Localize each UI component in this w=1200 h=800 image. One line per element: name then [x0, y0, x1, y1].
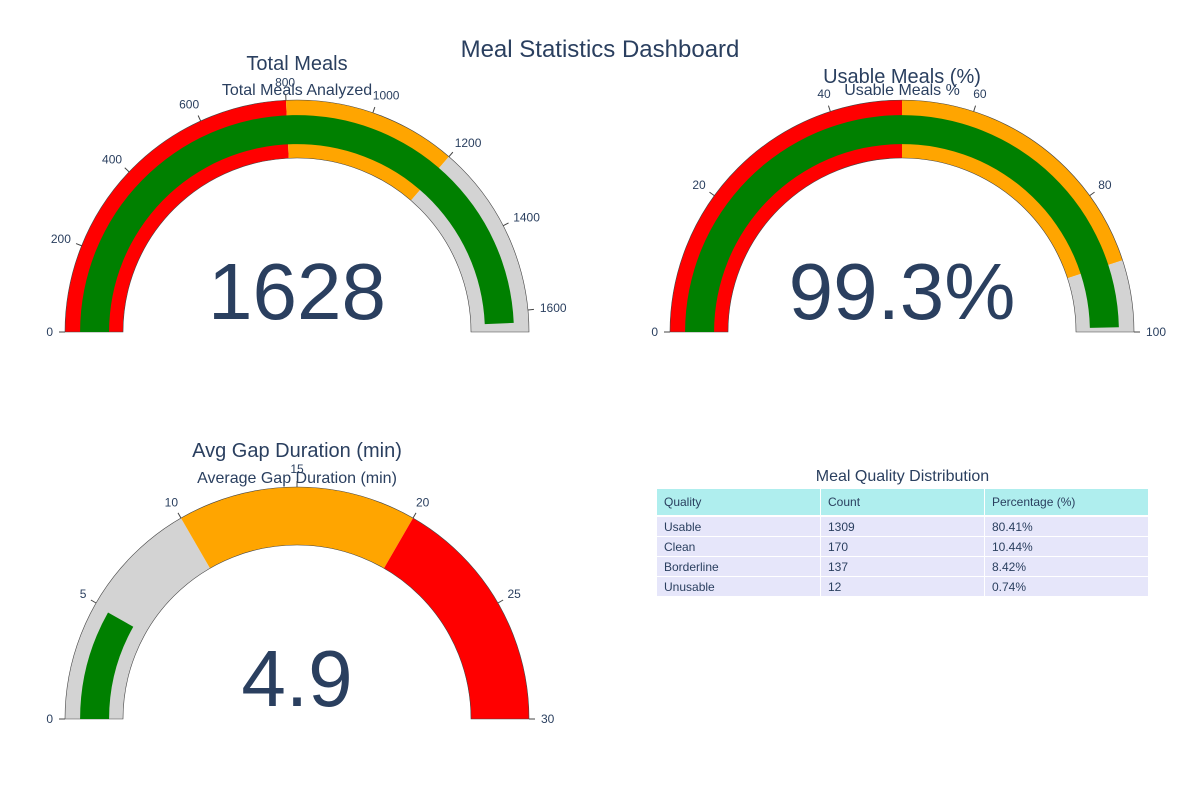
gauge-subtitle: Usable Meals %	[844, 82, 960, 99]
gauge-tick	[709, 191, 715, 197]
table-cell: 8.42%	[984, 556, 1149, 577]
gauge-tick-label: 1200	[455, 136, 482, 150]
gauge-value-text: 99.3%	[789, 247, 1016, 336]
table-cell: 137	[820, 556, 985, 577]
gauge-tick	[1089, 191, 1095, 197]
dashboard-canvas: Meal Statistics Dashboard Total MealsTot…	[46, 36, 1166, 726]
gauge-tick	[497, 599, 504, 604]
gauge-tick-label: 10	[165, 495, 179, 509]
gauge-tick	[502, 222, 509, 227]
gauge-tick	[90, 599, 97, 604]
gauge-tick-label: 400	[102, 152, 122, 166]
gauge-value-text: 4.9	[241, 634, 352, 723]
gauge-value-text: 1628	[208, 247, 386, 336]
table-cell: 1309	[820, 516, 985, 537]
table-header-row: Quality Count Percentage (%)	[656, 488, 1149, 516]
gauge-tick-label: 1000	[373, 89, 400, 103]
gauge-tick-label: 30	[541, 712, 555, 726]
table-row: Usable 1309 80.41%	[656, 516, 1149, 537]
gauge-tick-label: 0	[46, 325, 53, 339]
gauge-tick-label: 60	[973, 87, 987, 101]
table-cell: 12	[820, 576, 985, 597]
gauge-step-orange	[181, 487, 413, 569]
table-header-cell: Count	[820, 488, 985, 516]
gauge-tick-label: 800	[275, 75, 295, 89]
table-title: Meal Quality Distribution	[815, 468, 990, 485]
gauge-tick	[197, 115, 202, 122]
table-header-cell: Quality	[656, 488, 821, 516]
table-row: Clean 170 10.44%	[656, 536, 1149, 557]
gauge-tick-label: 25	[508, 587, 522, 601]
table-cell: Clean	[656, 536, 821, 557]
gauge-tick-label: 100	[1146, 325, 1166, 339]
gauges-group: Total MealsTotal Meals Analyzed020040060…	[46, 53, 1166, 726]
table-cell: Unusable	[656, 576, 821, 597]
gauge-tick-label: 80	[1098, 178, 1112, 192]
dashboard-title: Meal Statistics Dashboard	[461, 36, 740, 63]
gauge-tick-label: 200	[51, 232, 71, 246]
gauge-tick	[827, 105, 831, 112]
gauge-title: Total Meals	[246, 53, 347, 75]
table-cell: 80.41%	[984, 516, 1149, 537]
table-row: Unusable 12 0.74%	[656, 576, 1149, 597]
gauge-step-red	[384, 518, 529, 719]
gauge-tick	[372, 106, 376, 113]
gauge-tick	[527, 308, 534, 311]
gauge-tick-label: 40	[817, 87, 831, 101]
gauge-tick-label: 0	[46, 712, 53, 726]
gauge-title: Avg Gap Duration (min)	[192, 440, 402, 462]
gauge-tick-label: 20	[692, 178, 706, 192]
gauge-tick-label: 15	[290, 462, 304, 476]
table-header-cell: Percentage (%)	[984, 488, 1149, 516]
table-row: Borderline 137 8.42%	[656, 556, 1149, 577]
quality-table: Quality Count Percentage (%) Usable 1309…	[656, 488, 1149, 597]
gauge-tick-label: 0	[651, 325, 658, 339]
gauge-tick	[973, 105, 977, 112]
table-cell: 170	[820, 536, 985, 557]
table-cell: Usable	[656, 516, 821, 537]
gauge-tick	[448, 151, 454, 157]
gauge-subtitle: Total Meals Analyzed	[222, 82, 372, 99]
gauge-tick-label: 600	[179, 98, 199, 112]
gauge-tick	[124, 167, 130, 173]
gauge-tick-label: 20	[416, 495, 430, 509]
gauge-tick-label: 1600	[540, 301, 567, 315]
gauge-tick	[177, 512, 182, 519]
gauge-tick	[75, 243, 82, 247]
table-cell: 0.74%	[984, 576, 1149, 597]
gauge-2: Usable Meals (%)Usable Meals %02040 60801…	[651, 66, 1166, 339]
table-cell: Borderline	[656, 556, 821, 577]
gauge-1: Total Meals Total Meals Analyzed 0 200 400 60…	[46, 53, 567, 339]
gauge-tick-label: 5	[80, 587, 87, 601]
gauge-tick-label: 1400	[513, 210, 540, 224]
gauge-3: Avg Gap Duration (min)Average Gap Durati…	[46, 440, 554, 726]
table-cell: 10.44%	[984, 536, 1149, 557]
gauge-tick	[412, 512, 417, 519]
